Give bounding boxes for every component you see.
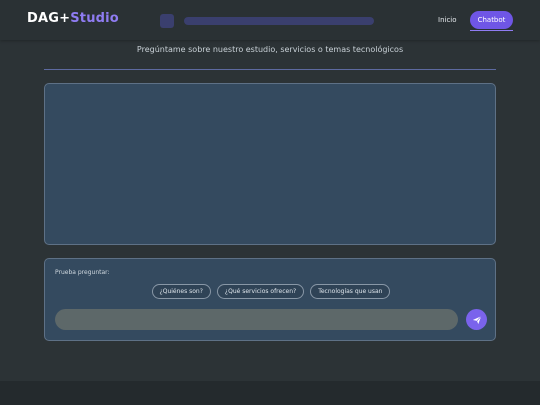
suggestions-label: Prueba preguntar: [55, 269, 110, 276]
navbar: DAG+Studio Inicio Chatbot [0, 0, 540, 40]
chatbot-page: DAG+Studio Inicio Chatbot Pregúntame sob… [0, 0, 540, 405]
brand-part-2: Studio [70, 11, 119, 26]
divider [44, 69, 496, 70]
brand-logo[interactable]: DAG+Studio [27, 11, 119, 26]
suggestion-chips: ¿Quiénes son? ¿Qué servicios ofrecen? Te… [45, 284, 497, 299]
faded-title-shape [184, 17, 374, 25]
suggestion-chip[interactable]: Tecnologías que usan [310, 284, 391, 299]
nav-link-inicio[interactable]: Inicio [438, 16, 457, 24]
send-button[interactable] [466, 309, 487, 330]
chat-input-panel: Prueba preguntar: ¿Quiénes son? ¿Qué ser… [44, 258, 496, 341]
active-nav-underline [470, 30, 513, 31]
brand-part-1: DAG+ [27, 11, 71, 26]
message-input[interactable] [55, 309, 458, 330]
footer [0, 381, 540, 405]
chat-messages-area[interactable] [44, 83, 496, 245]
chat-icon [160, 14, 174, 28]
paper-plane-icon [472, 315, 481, 324]
faded-header-decoration [160, 14, 374, 28]
suggestion-chip[interactable]: ¿Quiénes son? [151, 284, 211, 299]
suggestion-chip[interactable]: ¿Qué servicios ofrecen? [216, 284, 305, 299]
nav-button-chatbot[interactable]: Chatbot [470, 11, 513, 29]
page-subtitle: Pregúntame sobre nuestro estudio, servic… [136, 45, 404, 54]
